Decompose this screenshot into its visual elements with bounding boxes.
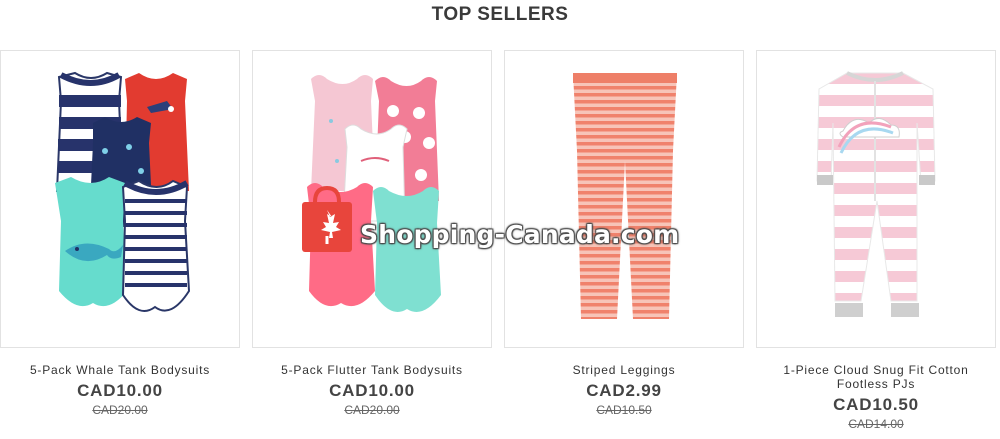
product-price: CAD2.99 [586,381,662,400]
product-original-price: CAD20.00 [92,403,148,417]
product-original-price: CAD14.00 [848,417,904,431]
product-name[interactable]: 1-Piece Cloud Snug Fit Cotton Footless P… [756,363,996,391]
product-name[interactable]: 5-Pack Flutter Tank Bodysuits [252,363,492,377]
product-price: CAD10.50 [833,395,919,414]
product-image[interactable] [0,50,240,348]
product-price: CAD10.00 [77,381,163,400]
product-price: CAD10.00 [329,381,415,400]
product-card[interactable]: 1-Piece Cloud Snug Fit Cotton Footless P… [756,50,996,431]
product-name[interactable]: 5-Pack Whale Tank Bodysuits [0,363,240,377]
product-card[interactable]: 5-Pack Whale Tank Bodysuits CAD10.00 CAD… [0,50,240,417]
watermark-text: Shopping-Canada.com [360,220,680,249]
watermark: Shopping-Canada.com [298,186,718,256]
product-image[interactable] [756,50,996,348]
product-original-price: CAD10.50 [596,403,652,417]
product-original-price: CAD20.00 [344,403,400,417]
product-name[interactable]: Striped Leggings [504,363,744,377]
section-title: TOP SELLERS [431,4,569,25]
shopping-bag-icon [302,186,352,252]
